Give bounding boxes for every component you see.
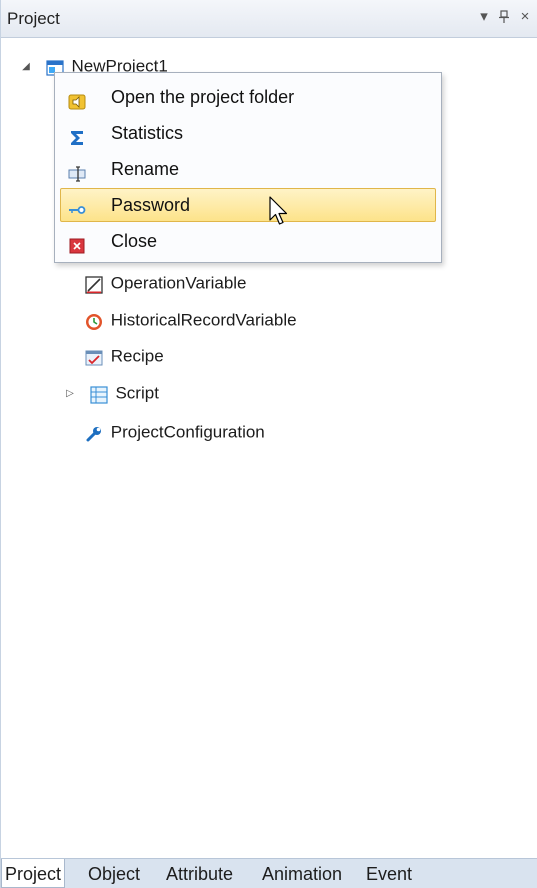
expand-arrow-icon[interactable]: ▷ [63,379,77,409]
menu-item-statistics[interactable]: Statistics [60,116,436,150]
tree-item-operationvariable[interactable]: OperationVariable [85,268,247,298]
panel-title: Project [7,9,60,28]
menu-item-label: Open the project folder [111,87,295,107]
menu-item-label: Password [111,195,191,215]
context-menu: Open the project folder Statistics Renam… [54,72,442,263]
tree-item-projectconfiguration[interactable]: ProjectConfiguration [85,417,265,447]
pin-icon[interactable] [495,7,513,27]
tree-item-label: OperationVariable [110,273,247,293]
project-panel: Project ▾ × ◢ NewProject1 OperationVaria… [0,0,537,888]
folder-speaker-icon [68,88,86,110]
tree-item-script[interactable]: ▷ Script [63,378,159,408]
menu-item-label: Statistics [111,123,184,143]
tree-item-label: ProjectConfiguration [110,422,265,442]
historical-record-icon [85,311,103,330]
operation-variable-icon [85,274,103,294]
tree-item-label: Recipe [110,346,164,366]
tree-item-label: Script [115,383,159,403]
close-red-icon [68,232,86,254]
menu-item-label: Close [111,231,158,251]
tab-object[interactable]: Object [85,859,143,888]
menu-item-rename[interactable]: Rename [60,152,436,186]
tab-attribute[interactable]: Attribute [163,859,236,888]
tree-item-label: HistoricalRecordVariable [110,310,297,330]
panel-titlebar: Project ▾ × [1,0,537,38]
tree-item-historicalrecordvariable[interactable]: HistoricalRecordVariable [85,305,297,335]
rename-icon [68,160,86,182]
wrench-icon [85,423,103,442]
dropdown-icon[interactable]: ▾ [475,7,493,27]
menu-item-password[interactable]: Password [60,188,436,222]
tree-item-recipe[interactable]: Recipe [85,341,164,371]
bottom-tab-bar: Project Object Attribute Animation Event [1,858,537,888]
close-icon[interactable]: × [516,7,534,27]
script-icon [90,384,108,404]
menu-item-open-project-folder[interactable]: Open the project folder [60,80,436,114]
tab-project[interactable]: Project [1,859,66,888]
tab-animation[interactable]: Animation [259,859,345,888]
key-icon [68,196,86,214]
mouse-cursor-icon [269,196,291,230]
collapse-arrow-icon[interactable]: ◢ [19,52,33,82]
recipe-icon [85,347,103,366]
sigma-icon [68,124,86,145]
tab-event[interactable]: Event [363,859,415,888]
menu-item-close[interactable]: Close [60,224,436,258]
menu-item-label: Rename [111,159,180,179]
